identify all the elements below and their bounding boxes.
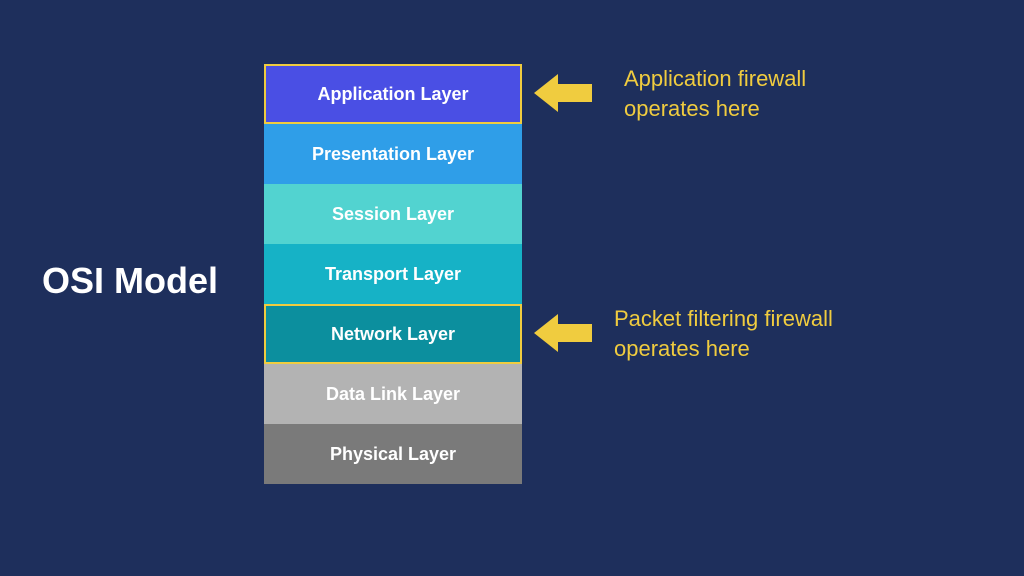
diagram-title: OSI Model	[42, 260, 218, 302]
layer-presentation: Presentation Layer	[264, 124, 522, 184]
annotation-application-line2: operates here	[624, 96, 760, 121]
layer-session: Session Layer	[264, 184, 522, 244]
annotation-network: Packet filtering firewall operates here	[614, 304, 924, 363]
layer-network: Network Layer	[264, 304, 522, 364]
layer-data-link: Data Link Layer	[264, 364, 522, 424]
annotation-network-line2: operates here	[614, 336, 750, 361]
arrow-left-icon	[534, 310, 592, 356]
annotation-network-line1: Packet filtering firewall	[614, 306, 833, 331]
arrow-left-icon	[534, 70, 592, 116]
layer-physical: Physical Layer	[264, 424, 522, 484]
annotation-application-line1: Application firewall	[624, 66, 806, 91]
layer-transport: Transport Layer	[264, 244, 522, 304]
osi-layer-stack: Application Layer Presentation Layer Ses…	[264, 64, 522, 484]
layer-application: Application Layer	[264, 64, 522, 124]
annotation-application: Application firewall operates here	[624, 64, 934, 123]
